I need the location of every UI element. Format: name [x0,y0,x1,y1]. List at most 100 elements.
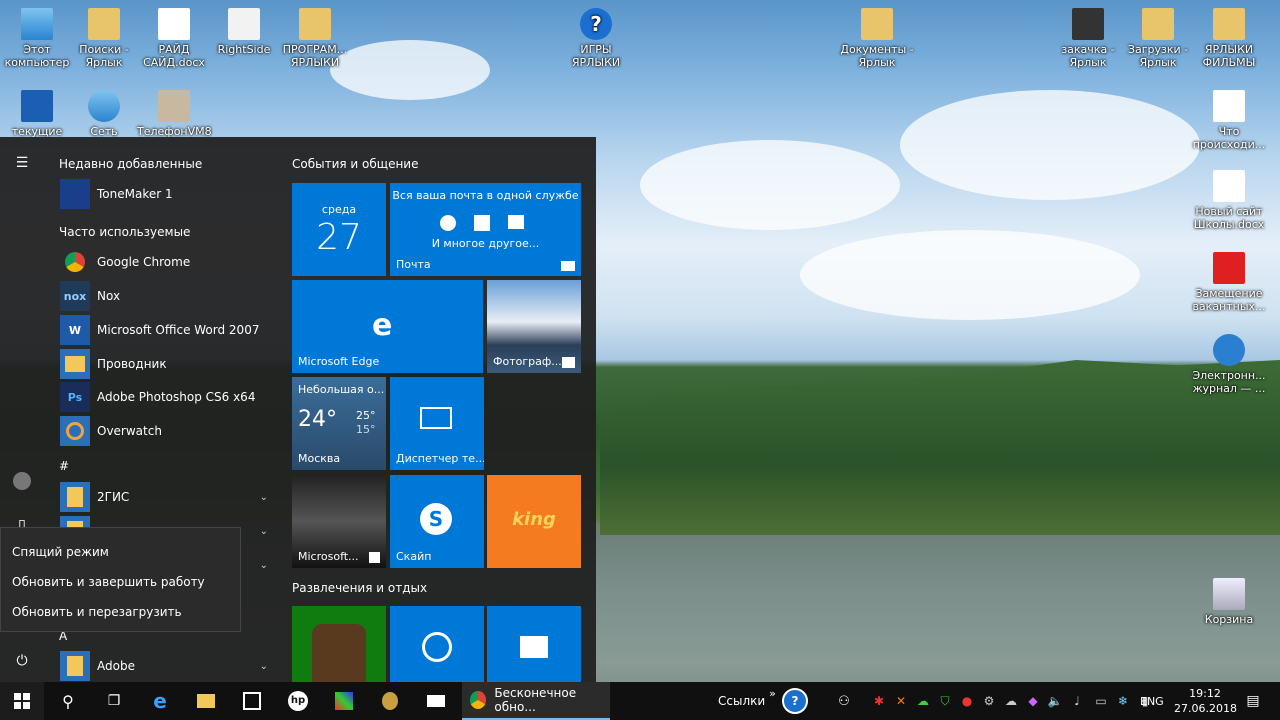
clapperboard-icon [520,636,548,658]
xbox-tile[interactable] [292,606,386,682]
envelope-icon [561,261,575,271]
skype-tile[interactable]: S Скайп [390,475,484,568]
microphone-icon[interactable]: ♩ [1068,682,1086,720]
question-icon: ? [580,8,612,40]
desktop-icon-phone-vm8[interactable]: ТелефонVM8 [137,90,212,138]
desktop-icon-vacancies[interactable]: Замещение вакантных... [1192,252,1266,313]
skype-icon: S [420,503,452,535]
desktop-icon-new-school-site[interactable]: Новый сайт Школы.docx [1192,170,1266,231]
shield-icon[interactable]: ⛉ [936,682,954,720]
power-icon[interactable]: ⏻ [8,647,36,675]
desktop-icon-games-shortcuts[interactable]: ? ИГРЫ ЯРЛЫКИ [559,8,633,69]
network-diagram-icon [21,90,53,122]
desktop-icon-programs-shortcuts[interactable]: ПРОГРАМ... ЯРЛЫКИ [278,8,352,69]
folder-icon [88,8,120,40]
folder-icon [861,8,893,40]
calendar-tile[interactable]: среда 27 [292,183,386,276]
app-item-adobe[interactable]: Adobe ⌄ [60,651,280,681]
groove-music-icon [422,632,452,662]
desktop-icon-what-happens[interactable]: Что происходи... [1192,90,1266,151]
desktop-icon-electronic-journal[interactable]: Электронн... журнал — ... [1192,334,1266,395]
start-button[interactable] [0,682,44,720]
weather-tile[interactable]: Небольшая о... 24° 25° 15° Москва [292,377,386,470]
desktop-icon-this-pc[interactable]: Этот компьютер [0,8,74,69]
edge-icon: e [372,308,393,343]
hp-icon[interactable]: hp [276,682,320,720]
update-shutdown-option[interactable]: Обновить и завершить работу [12,575,205,589]
tray-app-icon[interactable]: ✕ [892,682,910,720]
tray-app-icon[interactable]: ✱ [870,682,888,720]
app-item-chrome[interactable]: Google Chrome [60,247,280,277]
desktop-icon-raid-side-doc[interactable]: РАЙД САЙД.docx [137,8,211,69]
search-icon[interactable]: ⚲ [46,682,90,720]
group-title-events[interactable]: События и общение [292,157,419,171]
app-item-tonemaker[interactable]: ToneMaker 1 [60,179,280,209]
power-menu: Спящий режим Обновить и завершить работу… [0,527,241,632]
tray-app-icon[interactable]: ⚙ [980,682,998,720]
help-icon[interactable]: ? [780,682,810,720]
desktop-icon-network[interactable]: Сеть [67,90,141,138]
desktop-icon-recycle-bin[interactable]: Корзина [1192,578,1266,626]
devices-tile[interactable]: Диспетчер те... [390,377,484,470]
google-icon [440,215,456,231]
app-taskbar-icon[interactable] [322,682,366,720]
app-item-explorer[interactable]: Проводник [60,349,280,379]
network-tray-icon[interactable]: ▭ [1092,682,1110,720]
groove-tile[interactable] [390,606,484,682]
file-explorer-taskbar-icon[interactable] [184,682,228,720]
task-view-icon[interactable]: ❐ [92,682,136,720]
sleep-option[interactable]: Спящий режим [12,545,109,559]
edge-taskbar-icon[interactable]: e [138,682,182,720]
chevron-down-icon: ⌄ [259,525,268,537]
game-taskbar-icon[interactable] [368,682,412,720]
desktop-icon-current[interactable]: текущие [0,90,74,138]
group-title-entertainment[interactable]: Развлечения и отдых [292,581,427,595]
edge-tile[interactable]: e Microsoft Edge [292,280,483,373]
network-icon [88,90,120,122]
desktop-icon-films-shortcuts[interactable]: ЯРЛЫКИ ФИЛЬМЫ [1192,8,1266,69]
update-restart-option[interactable]: Обновить и перезагрузить [12,605,182,619]
chrome-icon [470,691,487,709]
mail-tile[interactable]: Вся ваша почта в одной службе И многое д… [390,183,581,276]
language-indicator[interactable]: ENG [1140,682,1164,720]
onedrive-icon[interactable]: ☁ [1002,682,1020,720]
app-item-word[interactable]: W Microsoft Office Word 2007 [60,315,280,345]
user-account-icon[interactable] [8,467,36,495]
tray-app-icon[interactable]: ◆ [1024,682,1042,720]
internet-explorer-icon [1213,334,1245,366]
action-center-icon[interactable]: ▤ [1238,682,1268,720]
hash-header[interactable]: # [59,459,69,473]
folder-icon [60,651,90,681]
hamburger-menu-icon[interactable]: ☰ [8,149,36,177]
store-game-tile[interactable]: Microsoft... [292,475,386,568]
desktop-icon-downloads-shortcut[interactable]: Загрузки - Ярлык [1121,8,1195,69]
desktop-icon-search-shortcut[interactable]: Поиски - Ярлык [67,8,141,69]
chevron-down-icon: ⌄ [259,559,268,571]
desktop-icon-download-shortcut[interactable]: закачка - Ярлык [1051,8,1125,69]
king-tile[interactable]: king [487,475,581,568]
movies-tile[interactable] [487,606,581,682]
tray-app-icon[interactable]: ☁ [914,682,932,720]
taskbar: ⚲ ❐ e hp Бесконечное обно... Ссылки » ? … [0,682,1280,720]
recent-header: Недавно добавленные [59,157,203,171]
mail-taskbar-icon[interactable] [414,682,458,720]
app-item-overwatch[interactable]: Overwatch [60,416,280,446]
app-shortcut-icon [1072,8,1104,40]
people-icon[interactable]: ⚇ [832,682,856,720]
app-item-2gis[interactable]: 2ГИС ⌄ [60,482,280,512]
tray-app-icon[interactable]: ● [958,682,976,720]
document-icon [1213,90,1245,122]
chrome-window-button[interactable]: Бесконечное обно... [462,682,610,720]
clock[interactable]: 19:12 27.06.2018 [1174,686,1237,716]
desktop-icon-rightside[interactable]: RightSide [207,8,281,56]
photos-tile[interactable]: Фотограф... [487,280,581,373]
desktop-icon-documents-shortcut[interactable]: Документы - Ярлык [840,8,914,69]
volume-icon[interactable]: 🔈 [1046,682,1064,720]
links-toolbar[interactable]: Ссылки » [718,682,776,720]
store-taskbar-icon[interactable] [230,682,274,720]
snowflake-icon[interactable]: ❄ [1114,682,1132,720]
app-item-photoshop[interactable]: Ps Adobe Photoshop CS6 x64 [60,382,280,412]
recycle-bin-icon [1213,578,1245,610]
app-item-nox[interactable]: nox Nox [60,281,280,311]
yahoo-mail-icon [508,215,524,229]
